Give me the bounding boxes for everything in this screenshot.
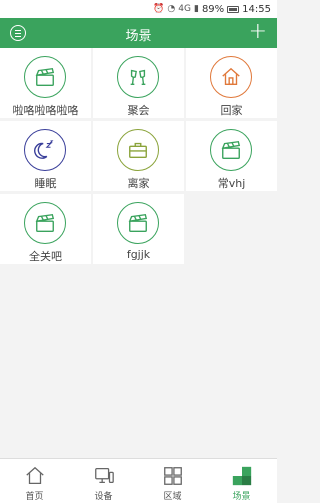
status-bar: ⏰ ◔ 4G ▮ 89% 14:55 (0, 0, 277, 18)
tab-home[interactable]: 首页 (0, 459, 69, 503)
device-tab-icon (95, 468, 114, 484)
wifi-icon: ◔ (167, 4, 176, 14)
moon-sleep-icon (34, 140, 54, 159)
scene-label: 回家 (220, 104, 243, 117)
scene-label: 啦咯啦咯啦咯 (12, 104, 79, 117)
scene-icon-circle (117, 129, 159, 171)
page-title: 场景 (125, 29, 152, 44)
area-tab-icon (164, 467, 182, 485)
scene-label: 离家 (127, 177, 150, 190)
scene-card[interactable]: 常vhj (186, 121, 277, 191)
tab-label: 区域 (163, 492, 182, 502)
scene-icon-circle (210, 129, 252, 171)
tab-label: 场景 (232, 492, 251, 502)
status-icons: ⏰ ◔ 4G ▮ 89% 14:55 (153, 2, 271, 16)
scene-label: fgjjk (126, 248, 151, 261)
scene-icon-circle (117, 56, 159, 98)
add-scene-button[interactable]: + (249, 20, 267, 44)
scene-card[interactable]: 回家 (186, 48, 277, 118)
home-icon (222, 67, 240, 86)
tab-device[interactable]: 设备 (69, 459, 138, 503)
scene-label: 睡眠 (34, 177, 57, 190)
scene-icon-circle (24, 202, 66, 244)
scene-icon-circle (117, 202, 159, 244)
signal-bars-icon: ▮ (193, 4, 199, 14)
scene-label: 聚会 (127, 104, 150, 117)
cheers-glasses-icon (130, 69, 146, 86)
clock: 14:55 (242, 3, 271, 15)
scene-icon-circle (210, 56, 252, 98)
bottom-tab-bar: 首页 设备 区域 场景 (0, 458, 277, 503)
battery-percent: 89% (201, 3, 225, 15)
tab-scene[interactable]: 场景 (207, 459, 276, 503)
scene-card[interactable]: 离家 (93, 121, 184, 191)
scene-label: 常vhj (217, 177, 246, 190)
scene-card[interactable]: 聚会 (93, 48, 184, 118)
scene-card[interactable]: 啦咯啦咯啦咯 (0, 48, 91, 118)
battery-icon (227, 5, 240, 13)
scene-label: 全关吧 (29, 250, 62, 263)
scene-icon-circle (24, 56, 66, 98)
clapperboard-icon (35, 213, 55, 232)
app-header: 场景 + (0, 18, 277, 48)
scene-card[interactable]: fgjjk (93, 194, 184, 264)
clapperboard-icon (128, 213, 148, 232)
alarm-icon: ⏰ (153, 4, 165, 14)
signal-type: 4G (178, 4, 191, 14)
home-tab-icon (26, 466, 44, 484)
clapperboard-icon (221, 140, 241, 159)
tab-label: 设备 (94, 492, 113, 502)
tab-label: 首页 (25, 492, 44, 502)
clapperboard-icon (35, 67, 55, 86)
scene-card[interactable]: 睡眠 (0, 121, 91, 191)
briefcase-icon (129, 142, 147, 159)
scene-card[interactable]: 全关吧 (0, 194, 91, 264)
scene-tab-icon (232, 466, 252, 486)
scene-icon-circle (24, 129, 66, 171)
tab-area[interactable]: 区域 (138, 459, 207, 503)
